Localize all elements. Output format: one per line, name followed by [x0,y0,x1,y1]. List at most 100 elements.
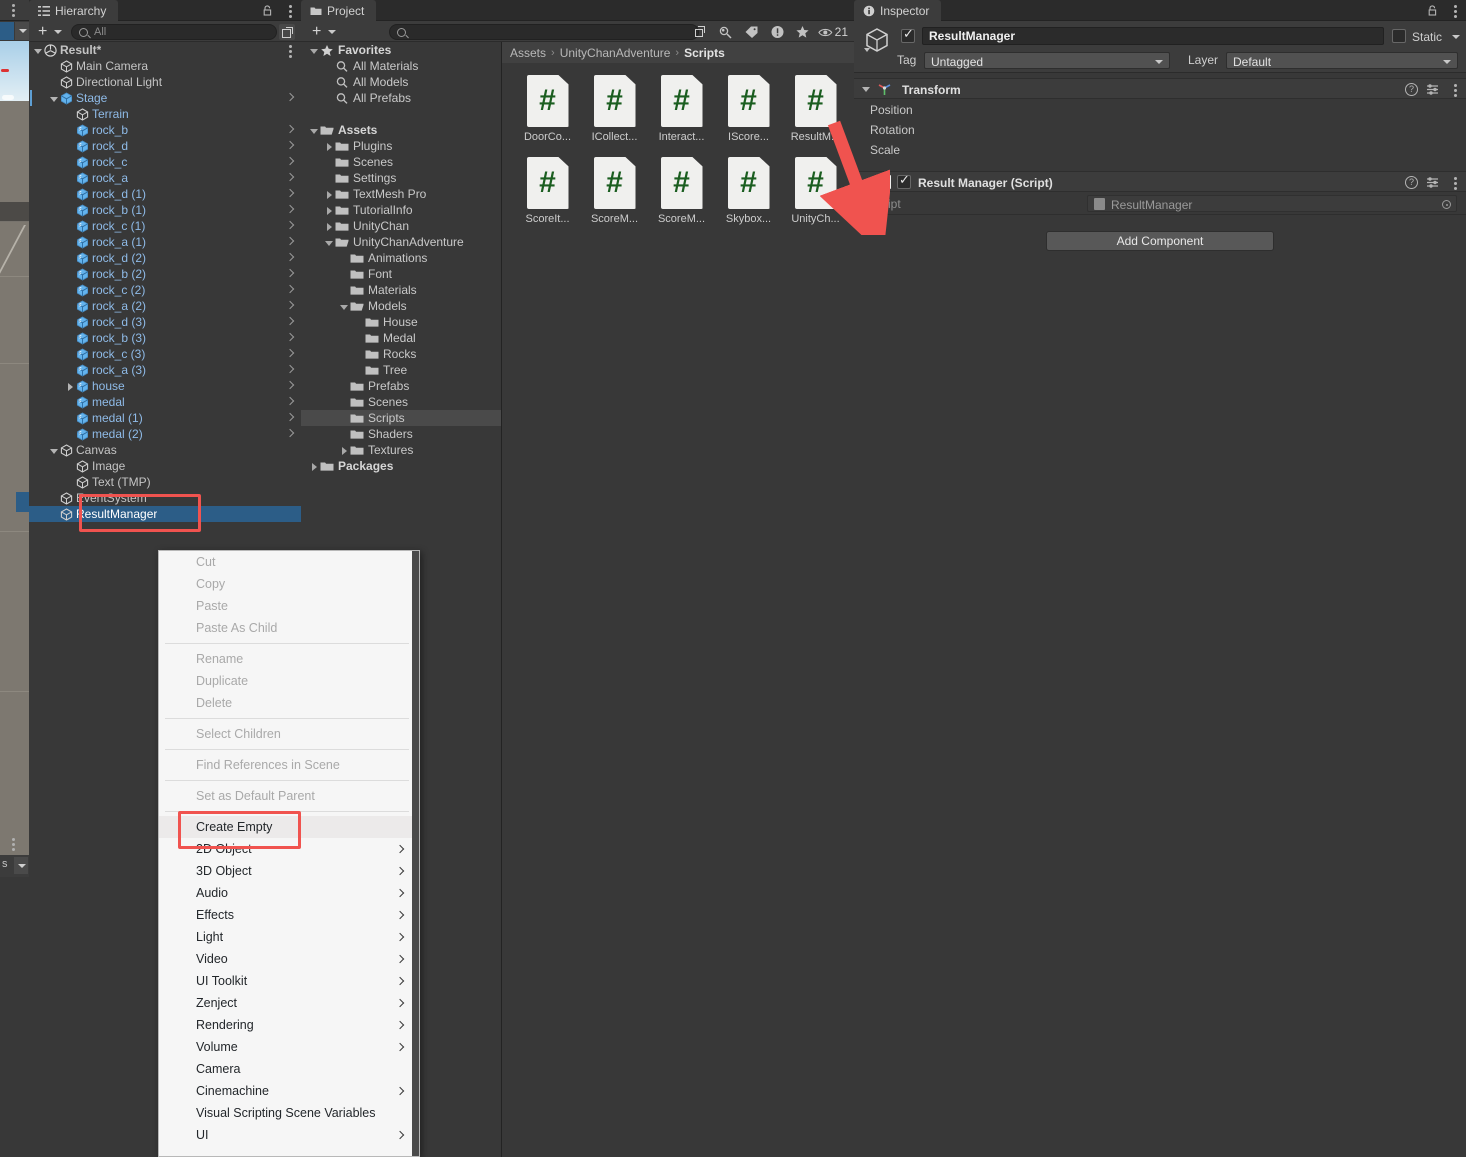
hierarchy-kebab-icon[interactable] [289,5,292,18]
hierarchy-item-rock-d-2[interactable]: rock_d (2) [29,250,301,266]
prefab-open-chevron-icon[interactable] [286,221,294,229]
asset-item[interactable]: #UnityCh... [782,157,849,225]
project-tree-item-unitychanadventure[interactable]: UnityChanAdventure [301,234,501,250]
project-create-button[interactable]: + [312,24,325,39]
tab-hierarchy[interactable]: Hierarchy [29,0,118,21]
project-tree-item-tutorialinfo[interactable]: TutorialInfo [301,202,501,218]
preset-icon[interactable] [1426,83,1439,96]
script-component-header[interactable]: # ✓ Result Manager (Script) ? [854,171,1466,192]
bottom-panel-dropdown[interactable] [14,857,28,874]
foldout-closed-icon[interactable] [339,445,350,456]
prefab-open-chevron-icon[interactable] [286,397,294,405]
search-by-label-icon[interactable] [744,25,759,39]
context-menu-item-light[interactable]: Light [159,926,419,948]
hierarchy-item-medal-1[interactable]: medal (1) [29,410,301,426]
project-tree-item-all-materials[interactable]: All Materials [301,58,501,74]
context-menu-item-effects[interactable]: Effects [159,904,419,926]
popout-search-icon[interactable] [279,24,295,40]
context-menu-item-create-empty[interactable]: Create Empty [159,816,419,838]
context-menu-item-volume[interactable]: Volume [159,1036,419,1058]
hierarchy-search-input[interactable]: All [71,24,277,40]
project-tree-item-models[interactable]: Models [301,298,501,314]
breadcrumb-item[interactable]: Scripts [684,46,725,60]
foldout-open-icon[interactable] [309,45,320,56]
asset-item[interactable]: #ScoreIt... [514,157,581,225]
hierarchy-item-rock-c-3[interactable]: rock_c (3) [29,346,301,362]
script-kebab-icon[interactable] [1454,177,1457,190]
script-object-field[interactable]: ResultManager [1087,195,1457,212]
context-menu-item-2d-object[interactable]: 2D Object [159,838,419,860]
add-component-button[interactable]: Add Component [1046,231,1274,251]
hierarchy-item-rock-c[interactable]: rock_c [29,154,301,170]
help-icon[interactable]: ? [1405,83,1418,96]
prefab-open-chevron-icon[interactable] [286,173,294,181]
transform-foldout-icon[interactable] [862,87,870,92]
project-tree-item-favorites[interactable]: Favorites [301,42,501,58]
project-tree-item-font[interactable]: Font [301,266,501,282]
hierarchy-item-rock-a-1[interactable]: rock_a (1) [29,234,301,250]
prefab-open-chevron-icon[interactable] [286,205,294,213]
project-tree-item-textures[interactable]: Textures [301,442,501,458]
asset-item[interactable]: #Interact... [648,75,715,143]
foldout-closed-icon[interactable] [324,141,335,152]
project-popout-icon[interactable] [693,25,707,39]
project-tree-item-packages[interactable]: Packages [301,458,501,474]
prefab-open-chevron-icon[interactable] [286,125,294,133]
project-tree-item-tree[interactable]: Tree [301,362,501,378]
foldout-closed-icon[interactable] [309,461,320,472]
project-tree-item-assets[interactable]: Assets [301,122,501,138]
layer-dropdown[interactable]: Default [1226,52,1458,69]
hierarchy-item-medal[interactable]: medal [29,394,301,410]
static-checkbox[interactable] [1392,29,1406,43]
hierarchy-item-stage[interactable]: Stage [29,90,301,106]
context-menu-item-ui[interactable]: UI [159,1124,419,1146]
preset-icon[interactable] [1426,176,1439,189]
foldout-open-icon[interactable] [49,93,60,104]
project-tree-item-shaders[interactable]: Shaders [301,426,501,442]
scene-view-sliver[interactable]: s [0,0,29,1157]
hierarchy-item-rock-b-3[interactable]: rock_b (3) [29,330,301,346]
project-tree-item-plugins[interactable]: Plugins [301,138,501,154]
hierarchy-item-eventsystem[interactable]: EventSystem [29,490,301,506]
asset-item[interactable]: #ResultM... [782,75,849,143]
prefab-open-chevron-icon[interactable] [286,141,294,149]
hierarchy-item-rock-b-2[interactable]: rock_b (2) [29,266,301,282]
context-menu-item-video[interactable]: Video [159,948,419,970]
prefab-open-chevron-icon[interactable] [286,381,294,389]
project-tree-item-settings[interactable]: Settings [301,170,501,186]
project-tree-item-prefabs[interactable]: Prefabs [301,378,501,394]
asset-item[interactable]: #ScoreM... [648,157,715,225]
project-tree-item-textmesh-pro[interactable]: TextMesh Pro [301,186,501,202]
project-tree-item-scripts[interactable]: Scripts [301,410,501,426]
project-tree-item-rocks[interactable]: Rocks [301,346,501,362]
project-tree-item-house[interactable]: House [301,314,501,330]
prefab-open-chevron-icon[interactable] [286,333,294,341]
project-create-chevron-icon[interactable] [328,30,336,34]
visible-count-indicator[interactable]: 21 [818,25,848,39]
create-object-button[interactable]: + [38,24,51,39]
script-foldout-icon[interactable] [862,180,870,185]
hierarchy-item-medal-2[interactable]: medal (2) [29,426,301,442]
context-menu-item-ui-toolkit[interactable]: UI Toolkit [159,970,419,992]
scene-draw-mode-button[interactable] [0,22,14,40]
hierarchy-item-rock-d[interactable]: rock_d [29,138,301,154]
prefab-open-chevron-icon[interactable] [286,349,294,357]
hierarchy-item-rock-c-2[interactable]: rock_c (2) [29,282,301,298]
prefab-open-chevron-icon[interactable] [286,365,294,373]
hierarchy-item-resultmanager[interactable]: ResultManager [29,506,301,522]
breadcrumb-item[interactable]: Assets [510,46,546,60]
foldout-closed-icon[interactable] [324,205,335,216]
project-search-input[interactable] [389,24,699,40]
search-by-type-icon[interactable] [718,25,733,39]
context-menu-item-audio[interactable]: Audio [159,882,419,904]
object-enabled-checkbox[interactable]: ✓ [901,29,915,43]
scene-gizmo-icon[interactable] [1,66,13,78]
breadcrumb-item[interactable]: UnityChanAdventure [560,46,671,60]
hierarchy-item-result[interactable]: Result* [29,42,301,58]
context-menu-item-cinemachine[interactable]: Cinemachine [159,1080,419,1102]
prefab-open-chevron-icon[interactable] [286,301,294,309]
hierarchy-item-canvas[interactable]: Canvas [29,442,301,458]
context-menu-list[interactable]: CutCopyPastePaste As ChildRenameDuplicat… [159,551,419,1146]
prefab-open-chevron-icon[interactable] [286,429,294,437]
asset-grid[interactable]: #DoorCo...#ICollect...#Interact...#IScor… [502,63,854,1157]
